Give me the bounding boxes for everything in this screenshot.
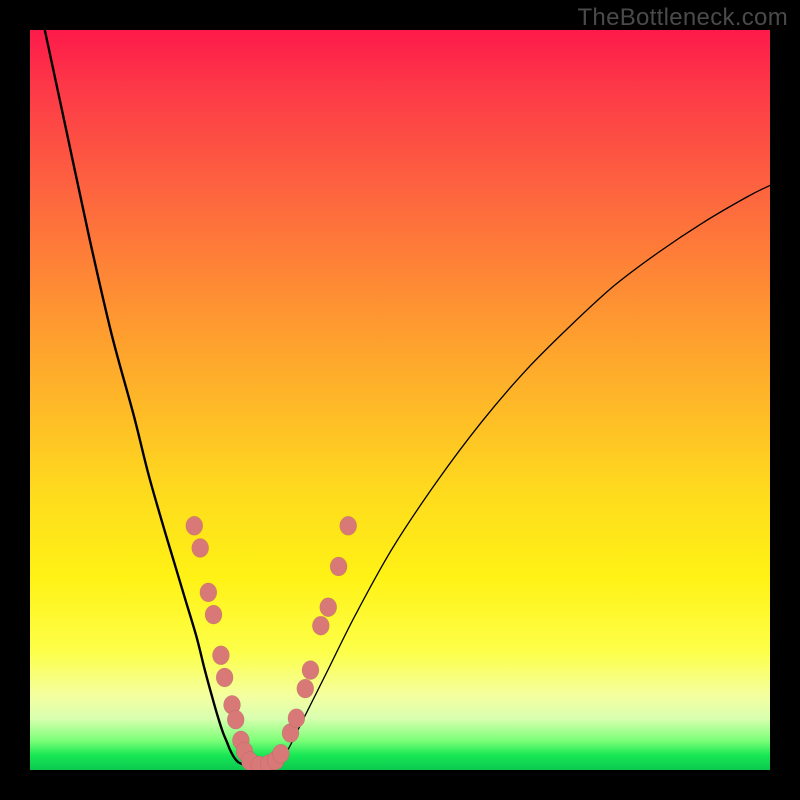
data-bead <box>312 616 329 635</box>
data-bead <box>297 679 314 698</box>
data-bead <box>330 557 347 576</box>
data-bead <box>200 583 217 602</box>
data-bead <box>216 668 233 687</box>
data-bead <box>340 516 357 535</box>
plot-area <box>30 30 770 770</box>
bead-group <box>186 516 357 770</box>
data-bead <box>288 709 305 728</box>
chart-frame: TheBottleneck.com <box>0 0 800 800</box>
data-bead <box>186 516 203 535</box>
data-bead <box>227 710 244 729</box>
data-bead <box>205 605 222 624</box>
curve-right-branch <box>280 185 770 762</box>
curve-left-branch <box>45 30 239 763</box>
data-bead <box>320 598 337 617</box>
data-bead <box>272 744 289 763</box>
watermark-text: TheBottleneck.com <box>577 4 788 32</box>
curve-layer <box>30 30 770 770</box>
data-bead <box>192 539 209 558</box>
data-bead <box>302 661 319 680</box>
data-bead <box>212 646 229 665</box>
